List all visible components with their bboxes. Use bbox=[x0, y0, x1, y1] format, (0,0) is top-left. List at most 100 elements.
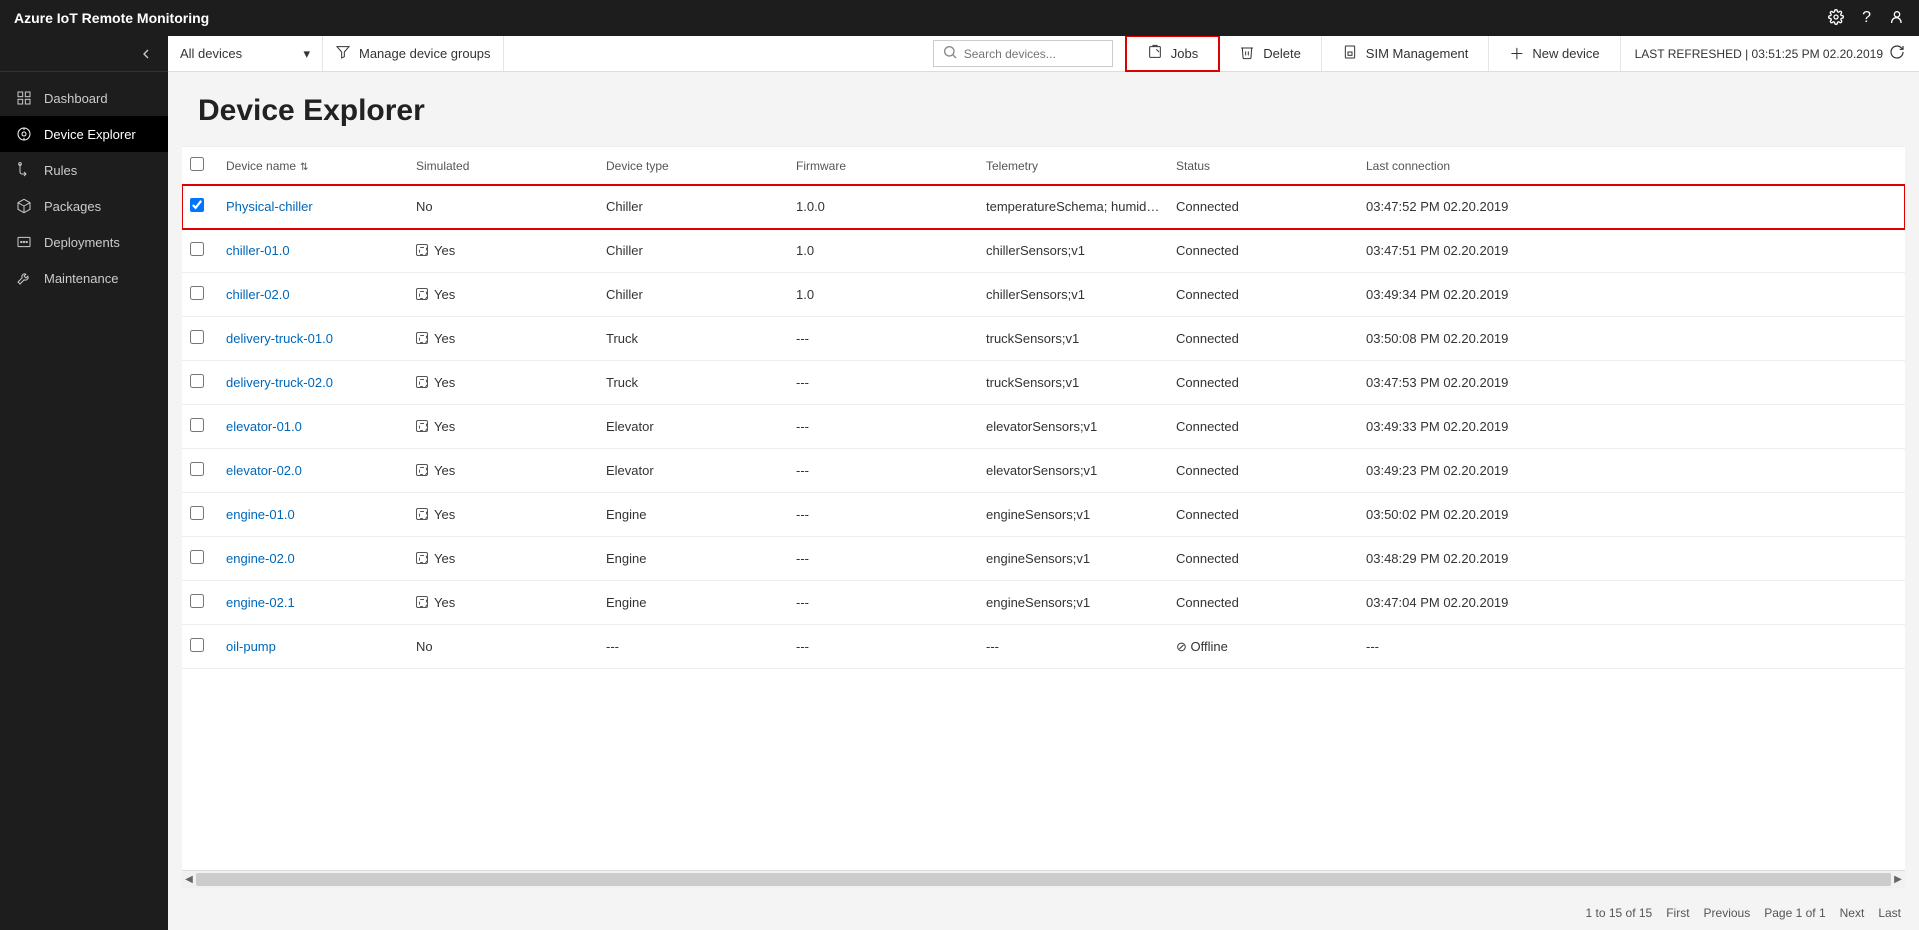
cell-simulated: Yes bbox=[408, 537, 598, 581]
sidebar-item-dashboard[interactable]: Dashboard bbox=[0, 80, 168, 116]
device-link[interactable]: Physical-chiller bbox=[226, 199, 313, 214]
device-link[interactable]: chiller-02.0 bbox=[226, 287, 290, 302]
device-link[interactable]: delivery-truck-02.0 bbox=[226, 375, 333, 390]
search-input[interactable] bbox=[964, 47, 1104, 61]
device-link[interactable]: engine-01.0 bbox=[226, 507, 295, 522]
row-checkbox[interactable] bbox=[190, 242, 204, 256]
col-device-name[interactable]: Device name⇅ bbox=[218, 147, 408, 185]
device-filter-label: All devices bbox=[180, 46, 242, 61]
device-link[interactable]: engine-02.0 bbox=[226, 551, 295, 566]
cell-last: 03:47:52 PM 02.20.2019 bbox=[1358, 185, 1905, 229]
device-link[interactable]: delivery-truck-01.0 bbox=[226, 331, 333, 346]
delete-button[interactable]: Delete bbox=[1219, 36, 1322, 71]
cell-status: Connected bbox=[1168, 581, 1358, 625]
device-link[interactable]: oil-pump bbox=[226, 639, 276, 654]
collapse-sidebar-button[interactable] bbox=[0, 36, 168, 72]
cell-firmware: --- bbox=[788, 405, 978, 449]
col-firmware[interactable]: Firmware bbox=[788, 147, 978, 185]
col-status[interactable]: Status bbox=[1168, 147, 1358, 185]
row-checkbox[interactable] bbox=[190, 198, 204, 212]
cell-last: 03:47:53 PM 02.20.2019 bbox=[1358, 361, 1905, 405]
cell-firmware: --- bbox=[788, 493, 978, 537]
table-row[interactable]: engine-02.1YesEngine---engineSensors;v1C… bbox=[182, 581, 1905, 625]
col-device-type[interactable]: Device type bbox=[598, 147, 788, 185]
col-simulated[interactable]: Simulated bbox=[408, 147, 598, 185]
sidebar-item-packages[interactable]: Packages bbox=[0, 188, 168, 224]
sidebar-item-deployments[interactable]: Deployments bbox=[0, 224, 168, 260]
table-row[interactable]: elevator-01.0YesElevator---elevatorSenso… bbox=[182, 405, 1905, 449]
row-checkbox[interactable] bbox=[190, 506, 204, 520]
row-checkbox[interactable] bbox=[190, 462, 204, 476]
device-link[interactable]: elevator-01.0 bbox=[226, 419, 302, 434]
manage-groups-button[interactable]: Manage device groups bbox=[323, 36, 504, 71]
sidebar-item-label: Dashboard bbox=[44, 91, 108, 106]
device-link[interactable]: chiller-01.0 bbox=[226, 243, 290, 258]
table-row[interactable]: chiller-01.0YesChiller1.0chillerSensors;… bbox=[182, 229, 1905, 273]
search-input-wrapper[interactable] bbox=[933, 40, 1113, 67]
table-row[interactable]: engine-01.0YesEngine---engineSensors;v1C… bbox=[182, 493, 1905, 537]
row-checkbox[interactable] bbox=[190, 418, 204, 432]
table-row[interactable]: elevator-02.0YesElevator---elevatorSenso… bbox=[182, 449, 1905, 493]
cell-simulated: Yes bbox=[408, 449, 598, 493]
cell-simulated: Yes bbox=[408, 317, 598, 361]
pager-first[interactable]: First bbox=[1666, 906, 1689, 920]
cell-firmware: 1.0 bbox=[788, 273, 978, 317]
jobs-button[interactable]: Jobs bbox=[1125, 36, 1220, 72]
user-icon[interactable] bbox=[1889, 9, 1905, 28]
sim-management-button[interactable]: SIM Management bbox=[1322, 36, 1490, 71]
cell-firmware: --- bbox=[788, 317, 978, 361]
pager-last[interactable]: Last bbox=[1878, 906, 1901, 920]
pager-prev[interactable]: Previous bbox=[1704, 906, 1751, 920]
refresh-icon[interactable] bbox=[1889, 44, 1905, 63]
row-checkbox[interactable] bbox=[190, 550, 204, 564]
settings-icon[interactable] bbox=[1828, 9, 1844, 28]
pager-range: 1 to 15 of 15 bbox=[1585, 906, 1652, 920]
sidebar-item-maintenance[interactable]: Maintenance bbox=[0, 260, 168, 296]
cell-type: --- bbox=[598, 625, 788, 669]
sidebar-item-rules[interactable]: Rules bbox=[0, 152, 168, 188]
table-row[interactable]: Physical-chillerNoChiller1.0.0temperatur… bbox=[182, 185, 1905, 229]
select-all-checkbox[interactable] bbox=[190, 157, 204, 171]
cell-type: Elevator bbox=[598, 449, 788, 493]
table-row[interactable]: delivery-truck-01.0YesTruck---truckSenso… bbox=[182, 317, 1905, 361]
cell-last: 03:50:08 PM 02.20.2019 bbox=[1358, 317, 1905, 361]
simulated-icon bbox=[416, 552, 428, 564]
cell-last: 03:49:34 PM 02.20.2019 bbox=[1358, 273, 1905, 317]
rules-icon bbox=[16, 162, 32, 178]
cell-telemetry: truckSensors;v1 bbox=[978, 317, 1168, 361]
row-checkbox[interactable] bbox=[190, 286, 204, 300]
cell-status: Connected bbox=[1168, 537, 1358, 581]
cell-telemetry: engineSensors;v1 bbox=[978, 581, 1168, 625]
last-refreshed: LAST REFRESHED | 03:51:25 PM 02.20.2019 bbox=[1621, 36, 1919, 71]
row-checkbox[interactable] bbox=[190, 330, 204, 344]
cell-type: Chiller bbox=[598, 185, 788, 229]
device-link[interactable]: elevator-02.0 bbox=[226, 463, 302, 478]
sim-icon bbox=[1342, 44, 1358, 63]
col-last-connection[interactable]: Last connection bbox=[1358, 147, 1905, 185]
sort-icon: ⇅ bbox=[300, 162, 308, 173]
cell-simulated: Yes bbox=[408, 229, 598, 273]
table-row[interactable]: chiller-02.0YesChiller1.0chillerSensors;… bbox=[182, 273, 1905, 317]
row-checkbox[interactable] bbox=[190, 594, 204, 608]
app-title: Azure IoT Remote Monitoring bbox=[14, 10, 209, 26]
col-telemetry[interactable]: Telemetry bbox=[978, 147, 1168, 185]
page-title: Device Explorer bbox=[168, 72, 1919, 146]
simulated-icon bbox=[416, 332, 428, 344]
device-filter-dropdown[interactable]: All devices ▾ bbox=[168, 36, 323, 71]
cell-type: Chiller bbox=[598, 273, 788, 317]
pager-next[interactable]: Next bbox=[1840, 906, 1865, 920]
simulated-icon bbox=[416, 244, 428, 256]
table-row[interactable]: delivery-truck-02.0YesTruck---truckSenso… bbox=[182, 361, 1905, 405]
table-row[interactable]: engine-02.0YesEngine---engineSensors;v1C… bbox=[182, 537, 1905, 581]
horizontal-scrollbar[interactable]: ◀▶ bbox=[182, 870, 1905, 888]
help-icon[interactable]: ? bbox=[1862, 9, 1871, 27]
simulated-icon bbox=[416, 420, 428, 432]
row-checkbox[interactable] bbox=[190, 638, 204, 652]
sidebar-item-device-explorer[interactable]: Device Explorer bbox=[0, 116, 168, 152]
device-link[interactable]: engine-02.1 bbox=[226, 595, 295, 610]
cell-telemetry: chillerSensors;v1 bbox=[978, 273, 1168, 317]
sidebar-item-label: Maintenance bbox=[44, 271, 118, 286]
new-device-button[interactable]: ＋ New device bbox=[1489, 36, 1620, 71]
table-row[interactable]: oil-pumpNo---------Offline--- bbox=[182, 625, 1905, 669]
row-checkbox[interactable] bbox=[190, 374, 204, 388]
